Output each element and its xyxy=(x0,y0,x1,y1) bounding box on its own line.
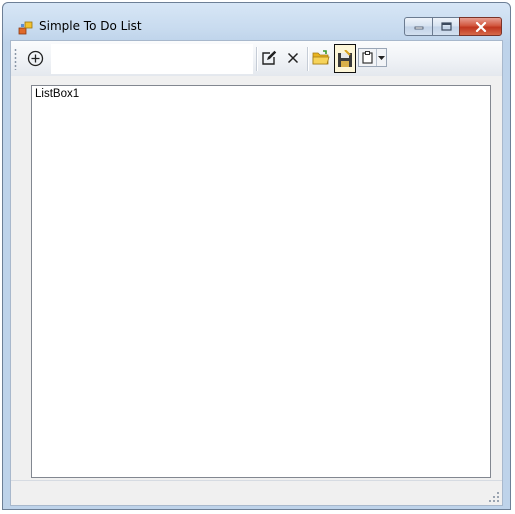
tool-strip xyxy=(11,41,502,76)
clear-split-button[interactable] xyxy=(358,48,387,67)
title-bar[interactable]: Simple To Do List xyxy=(3,3,510,36)
task-input[interactable] xyxy=(51,44,253,74)
resize-grip-icon[interactable] xyxy=(488,491,500,503)
status-strip xyxy=(11,480,502,505)
app-window: Simple To Do List ListBox1 xyxy=(2,2,511,510)
toolbar-separator xyxy=(307,47,309,71)
edit-task-button[interactable] xyxy=(258,46,280,70)
dropdown-arrow[interactable] xyxy=(377,55,386,60)
clipboard-icon xyxy=(362,51,373,64)
app-icon xyxy=(18,21,33,35)
add-task-button[interactable] xyxy=(24,46,46,70)
list-item[interactable]: ListBox1 xyxy=(35,88,79,100)
open-file-button[interactable] xyxy=(310,46,332,70)
minimize-button[interactable] xyxy=(404,17,432,36)
save-disk-icon xyxy=(338,49,352,67)
folder-icon xyxy=(312,50,330,65)
todo-listbox[interactable]: ListBox1 xyxy=(31,85,491,478)
chevron-down-icon xyxy=(378,55,385,60)
restore-icon xyxy=(440,22,452,31)
edit-icon xyxy=(262,50,277,65)
toolstrip-grip[interactable] xyxy=(14,48,17,70)
clear-list-button[interactable] xyxy=(359,49,377,66)
window-title: Simple To Do List xyxy=(39,19,142,33)
plus-circle-icon xyxy=(27,50,43,66)
minimize-icon xyxy=(414,26,423,29)
close-icon xyxy=(287,52,299,64)
client-area: ListBox1 xyxy=(10,40,503,506)
delete-task-button[interactable] xyxy=(282,46,304,70)
close-icon xyxy=(475,21,486,32)
close-window-button[interactable] xyxy=(459,17,502,36)
maximize-button[interactable] xyxy=(432,17,459,36)
save-file-button[interactable] xyxy=(334,44,356,73)
caption-buttons xyxy=(404,17,502,36)
